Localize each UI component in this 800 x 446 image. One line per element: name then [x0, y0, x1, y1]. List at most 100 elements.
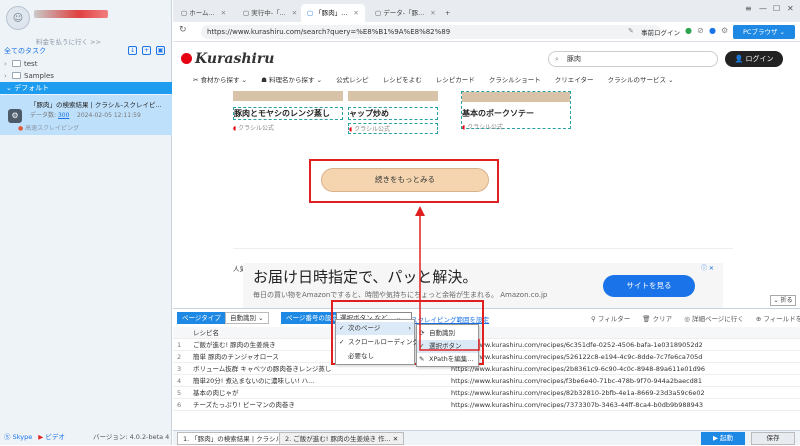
data-table: レシピ名 1 ご飯が進む! 豚肉の生姜焼き https://www.kurashir… — [173, 327, 800, 431]
recipe-card[interactable]: 基本のポークソテー ◖ クラシル公式 — [461, 91, 571, 131]
tab-label: ホーム... — [189, 9, 215, 17]
auto-icon: ⟳ — [419, 329, 425, 337]
recipe-card[interactable]: ャップ炒め ◖ クラシル公式 — [348, 91, 438, 134]
close-icon[interactable]: ✕ — [393, 435, 398, 443]
tab-data[interactable]: ▢ データ-「豚... ✕ — [369, 4, 442, 22]
tree-item-label: デフォルト — [14, 84, 50, 92]
skype-link[interactable]: Skype — [13, 433, 33, 441]
page-type-select[interactable]: 自動識別 ⌄ — [225, 312, 269, 324]
menu-item-select-button[interactable]: ✓ 選択ボタン — [417, 340, 478, 353]
nav-dish[interactable]: ☗ 料理名から探す ⌄ — [261, 76, 322, 84]
video-link[interactable]: ビデオ — [45, 433, 65, 441]
column-header[interactable]: レシピ名 — [193, 327, 343, 339]
menu-item-edit-xpath[interactable]: ✎ XPathを編集... — [417, 353, 478, 366]
site-logo[interactable]: Kurashiru — [195, 51, 274, 67]
nav-creator[interactable]: クリエイター — [555, 76, 594, 84]
block-icon[interactable]: ⊘ — [697, 26, 704, 35]
menu-item-next-page[interactable]: ✓ 次のページ › — [336, 322, 414, 335]
tab-running[interactable]: ▢ 実行中-「... ✕ — [237, 4, 303, 22]
table-header-row: レシピ名 — [173, 327, 800, 339]
new-task-icon[interactable]: + — [142, 46, 151, 55]
start-button[interactable]: ▶ 起動 — [701, 432, 745, 445]
page-icon: ▢ — [181, 9, 190, 17]
new-folder-icon[interactable]: ▣ — [156, 46, 165, 55]
nav-short[interactable]: クラシルショート — [489, 76, 541, 84]
tab-search-result[interactable]: ▢ 「豚肉」... ✕ — [301, 4, 365, 22]
pc-browser-select[interactable]: PCブラウザ ⌄ — [733, 25, 795, 39]
add-field-button[interactable]: ⊕ フィールドを追加 — [756, 315, 800, 323]
close-icon[interactable]: ✕ — [292, 9, 297, 17]
clear-button[interactable]: 🗑 クリア — [642, 315, 672, 323]
recipe-image — [233, 91, 343, 101]
folder-icon — [12, 72, 21, 79]
avatar[interactable]: ☺ — [6, 6, 30, 30]
close-icon[interactable]: ✕ — [430, 9, 435, 17]
page-type-button[interactable]: ページタイプ — [177, 312, 226, 324]
recipe-source: ◖ クラシル公式 — [233, 125, 274, 132]
save-button[interactable]: 保存 — [751, 432, 795, 445]
table-row[interactable]: 3 ボリューム抜群 キャベツの豚肉巻きレンジ蒸し https://www.kuras… — [173, 363, 800, 375]
menu-item-scroll-loading[interactable]: ✓ スクロールローディング — [336, 336, 419, 349]
ad-cta-button[interactable]: サイトを見る — [603, 275, 695, 297]
chevron-right-icon: › — [408, 324, 411, 332]
pre-login-button[interactable]: 事前ログイン — [641, 27, 680, 37]
data-count-link[interactable]: 300 — [58, 112, 69, 119]
close-icon[interactable]: ✕ — [221, 9, 226, 17]
edit-icon[interactable]: ✎ — [628, 27, 634, 35]
pencil-icon: ✎ — [419, 355, 425, 363]
url-field[interactable]: https://www.kurashiru.com/search?query=%… — [201, 25, 661, 39]
nav-card[interactable]: レシピカード — [436, 76, 475, 84]
load-more-button[interactable]: 続きをもっとみる — [321, 168, 489, 192]
filter-button[interactable]: ⚲ フィルター — [591, 315, 630, 323]
fold-button[interactable]: ⌄ 折る — [770, 295, 796, 306]
import-icon[interactable]: ↓ — [128, 46, 137, 55]
nav-official[interactable]: 公式レシピ — [336, 76, 369, 84]
recipe-source: ◖ クラシル公式 — [462, 124, 503, 131]
new-tab-button[interactable]: + — [439, 4, 456, 22]
upgrade-plan-link[interactable]: 料金を払うに行く >> — [36, 36, 101, 46]
page-tab-2[interactable]: 2. ご飯が進む! 豚肉の生姜焼き 作... ✕ — [279, 432, 405, 445]
minimize-icon[interactable]: — — [759, 4, 767, 13]
ad-headline: お届け日時指定で、パッと解決。 — [253, 268, 478, 286]
menu-icon[interactable]: ≡ — [745, 4, 752, 13]
table-row[interactable]: 2 簡単 豚肉のチンジャオロース https://www.kurashiru.com… — [173, 351, 800, 363]
nav-ingredient[interactable]: ✂ 食材から探す ⌄ — [193, 76, 247, 84]
table-row[interactable]: 6 チーズたっぷり! ピーマンの肉巻き https://www.kurashiru.… — [173, 399, 800, 411]
detail-page-button[interactable]: ◎ 詳細ページに行く — [684, 315, 744, 323]
all-tasks-label[interactable]: 全てのタスク — [4, 47, 46, 55]
menu-item-none[interactable]: 必要なし — [336, 350, 414, 363]
site-search-input[interactable]: ⌕ 豚肉 — [548, 51, 718, 67]
nav-services[interactable]: クラシルのサービス ⌄ — [608, 76, 674, 84]
video-icon[interactable]: ▶ — [38, 433, 43, 441]
table-row[interactable]: 1 ご飯が進む! 豚肉の生姜焼き https://www.kurashiru.com… — [173, 339, 800, 351]
page-tab-1[interactable]: 1. 「豚肉」の検索結果 | クラシル — [177, 432, 288, 445]
tab-home[interactable]: ▢ ホーム... ✕ — [175, 4, 232, 22]
help-icon[interactable]: ● — [709, 26, 716, 35]
address-bar: ↻ https://www.kurashiru.com/search?query… — [173, 22, 800, 42]
skype-icon[interactable]: Ⓢ — [4, 433, 11, 441]
check-icon: ✓ — [339, 324, 345, 332]
ad-info-icon[interactable]: ⓘ ✕ — [701, 263, 714, 272]
task-mode: ● 高速スクレイピング — [18, 123, 79, 132]
check-icon: ✓ — [339, 338, 345, 346]
account-name-redacted — [34, 10, 108, 18]
maximize-icon[interactable]: ☐ — [773, 4, 780, 13]
recipe-card[interactable]: 豚肉とモヤシのレンジ蒸し ◖ クラシル公式 — [233, 91, 343, 132]
page-icon: ▢ — [243, 9, 252, 17]
nav-read[interactable]: レシピをよむ — [383, 76, 422, 84]
login-button[interactable]: 👤 ログイン — [725, 51, 783, 67]
task-list-item[interactable]: ⚙ 「豚肉」の検索結果 | クラシル-スクレイピ... データ数: 300 20… — [0, 95, 172, 135]
reload-icon[interactable]: ↻ — [179, 25, 187, 35]
data-count-label: データ数: — [30, 112, 57, 119]
tree-item-default[interactable]: ⌄ デフォルト — [0, 82, 172, 94]
close-icon[interactable]: ✕ — [353, 9, 358, 17]
close-window-icon[interactable]: ✕ — [787, 4, 794, 13]
tree-item-samples[interactable]: › Samples — [4, 70, 168, 82]
table-row[interactable]: 5 基本の肉じゃが https://www.kurashiru.com/recipe… — [173, 387, 800, 399]
settings-icon[interactable]: ⚙ — [721, 26, 728, 35]
table-row[interactable]: 4 簡単20分! 煮込まないのに濃味しい! ハ... https://www.kur… — [173, 375, 800, 387]
menu-item-auto-detect[interactable]: ⟳ 自動識別 — [417, 327, 478, 340]
task-mode-label: 高速スクレイピング — [25, 125, 80, 132]
tree-item-test[interactable]: › test — [4, 58, 168, 70]
recipe-title: ャップ炒め — [348, 107, 438, 120]
